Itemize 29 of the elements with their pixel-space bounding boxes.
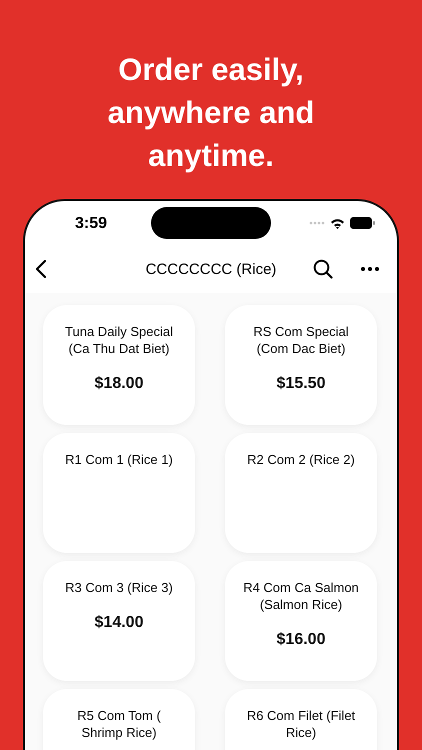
menu-item-card[interactable]: RS Com Special (Com Dac Biet) $15.50 xyxy=(225,305,377,425)
menu-item-card[interactable]: R5 Com Tom ( Shrimp Rice) xyxy=(43,689,195,750)
item-price: $18.00 xyxy=(94,375,144,393)
item-name: R5 Com Tom ( Shrimp Rice) xyxy=(76,707,162,741)
item-price: $16.00 xyxy=(276,631,326,649)
menu-item-card[interactable]: R6 Com Filet (Filet Rice) xyxy=(225,689,377,750)
menu-item-card[interactable]: Tuna Daily Special (Ca Thu Dat Biet) $18.00 xyxy=(43,305,195,425)
nav-title: CCCCCCCC (Rice) xyxy=(146,260,276,278)
wifi-icon xyxy=(330,218,345,228)
item-name: R1 Com 1 (Rice 1) xyxy=(65,451,173,468)
menu-item-card[interactable]: R4 Com Ca Salmon (Salmon Rice) $16.00 xyxy=(225,561,377,681)
item-name: R3 Com 3 (Rice 3) xyxy=(65,579,173,596)
menu-item-card[interactable]: R3 Com 3 (Rice 3) $14.00 xyxy=(43,561,195,681)
item-name: R2 Com 2 (Rice 2) xyxy=(247,451,355,468)
menu-item-card[interactable]: R2 Com 2 (Rice 2) xyxy=(225,433,377,553)
item-price: $14.00 xyxy=(94,614,144,632)
item-name: R4 Com Ca Salmon (Salmon Rice) xyxy=(242,579,360,613)
item-price: $15.50 xyxy=(276,375,326,393)
item-name: RS Com Special (Com Dac Biet) xyxy=(252,323,350,357)
menu-item-card[interactable]: R1 Com 1 (Rice 1) xyxy=(43,433,195,553)
search-icon[interactable] xyxy=(313,259,333,279)
battery-icon xyxy=(350,217,375,229)
status-time: 3:59 xyxy=(75,215,108,233)
more-icon[interactable] xyxy=(361,267,379,271)
item-name: Tuna Daily Special (Ca Thu Dat Biet) xyxy=(64,323,174,357)
signal-icon xyxy=(309,221,325,225)
headline: Order easily, anywhere and anytime. xyxy=(106,51,316,175)
item-name: R6 Com Filet (Filet Rice) xyxy=(246,707,356,741)
back-chevron-icon[interactable] xyxy=(35,259,47,279)
